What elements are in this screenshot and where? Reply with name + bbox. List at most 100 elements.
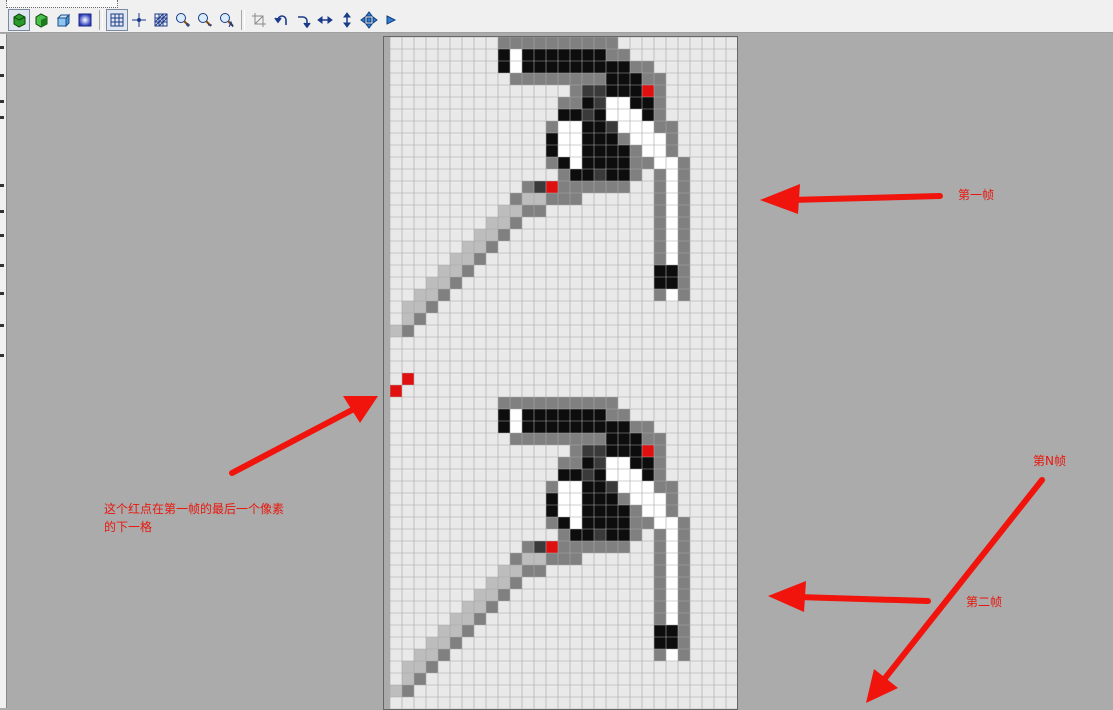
sprite-pixel (558, 121, 570, 133)
sprite-pixel (462, 265, 474, 277)
sprite-pixel (654, 553, 666, 565)
sprite-pixel (558, 457, 570, 469)
sprite-pixel (414, 301, 426, 313)
sprite-pixel (654, 253, 666, 265)
sprite-pixel (474, 253, 486, 265)
move-all-icon[interactable] (358, 9, 380, 31)
sprite-pixel (594, 109, 606, 121)
sprite-pixel (474, 601, 486, 613)
zoom-in-icon[interactable] (172, 9, 194, 31)
sprite-pixel (666, 145, 678, 157)
sprite-pixel (642, 457, 654, 469)
sprite-pixel (666, 193, 678, 205)
sprite-pixel (582, 409, 594, 421)
sprite-pixel (582, 541, 594, 553)
sprite-pixel (558, 133, 570, 145)
sprite-pixel (594, 517, 606, 529)
sprite-pixel (546, 397, 558, 409)
sprite-pixel (678, 217, 690, 229)
sprite-pixel (582, 469, 594, 481)
sprite-pixel (582, 181, 594, 193)
sprite-pixel (582, 85, 594, 97)
sprite-pixel (666, 529, 678, 541)
sprite-pixel (630, 169, 642, 181)
pixel-editor[interactable] (383, 36, 738, 710)
green-cube-icon[interactable] (8, 9, 30, 31)
sprite-pixel (666, 613, 678, 625)
blue-cube-icon[interactable] (52, 9, 74, 31)
sprite-pixel (618, 493, 630, 505)
document-tab[interactable] (6, 0, 118, 8)
sprite-pixel (606, 49, 618, 61)
zoom-out-icon[interactable] (194, 9, 216, 31)
sprite-pixel (606, 433, 618, 445)
sprite-pixel (390, 685, 402, 697)
move-right-icon[interactable] (380, 9, 402, 31)
flip-vertical-icon[interactable] (336, 9, 358, 31)
sprite-pixel (630, 61, 642, 73)
sprite-pixel (510, 397, 522, 409)
sprite-pixel (654, 481, 666, 493)
sprite-pixel (654, 205, 666, 217)
sprite-pixel (558, 157, 570, 169)
sprite-pixel (450, 277, 462, 289)
crosshair-icon[interactable] (128, 9, 150, 31)
sprite-pixel (606, 181, 618, 193)
sprite-pixel (678, 169, 690, 181)
sprite-pixel (558, 181, 570, 193)
sprite-pixel (558, 97, 570, 109)
rotate-left-icon[interactable] (270, 9, 292, 31)
sprite-pixel (462, 253, 474, 265)
sprite-pixel (618, 541, 630, 553)
sprite-pixel (582, 457, 594, 469)
sprite-pixel (510, 565, 522, 577)
flip-horizontal-icon[interactable] (314, 9, 336, 31)
zoom-text-icon[interactable] (216, 9, 238, 31)
gradient-box-icon[interactable] (74, 9, 96, 31)
sprite-pixel (666, 277, 678, 289)
sprite-pixel (678, 253, 690, 265)
sprite-pixel (630, 517, 642, 529)
sprite-pixel (426, 649, 438, 661)
sprite-pixel (606, 121, 618, 133)
sprite-pixel (642, 433, 654, 445)
sprite-pixel (522, 193, 534, 205)
sprite-pixel (570, 421, 582, 433)
sprite-pixel (666, 505, 678, 517)
sprite-pixel (666, 265, 678, 277)
sprite-pixel (594, 85, 606, 97)
sprite-pixel (582, 517, 594, 529)
sprite-pixel (570, 109, 582, 121)
sprite-pixel (534, 397, 546, 409)
sprite-pixel (654, 193, 666, 205)
sprite-pixel (654, 457, 666, 469)
sprite-pixel (630, 121, 642, 133)
sprite-pixel-grid[interactable] (390, 37, 738, 710)
sprite-pixel (462, 625, 474, 637)
sprite-pixel (606, 481, 618, 493)
sprite-pixel (666, 517, 678, 529)
hatch-grid-icon[interactable] (150, 9, 172, 31)
sprite-pixel (414, 661, 426, 673)
sprite-pixel (474, 241, 486, 253)
sprite-pixel (642, 133, 654, 145)
sprite-pixel (630, 529, 642, 541)
sprite-pixel (570, 409, 582, 421)
sprite-pixel (486, 241, 498, 253)
sprite-pixel (678, 637, 690, 649)
sprite-pixel (522, 181, 534, 193)
rotate-right-icon[interactable] (292, 9, 314, 31)
sprite-pixel (630, 505, 642, 517)
grid-icon[interactable] (106, 9, 128, 31)
sprite-pixel (570, 85, 582, 97)
sprite-pixel (534, 565, 546, 577)
crop-icon[interactable] (248, 9, 270, 31)
sprite-pixel (630, 145, 642, 157)
sprite-pixel (666, 133, 678, 145)
sprite-pixel (570, 169, 582, 181)
green-cube-shaded-icon[interactable] (30, 9, 52, 31)
red-marker-pixel (390, 385, 402, 397)
left-tool-panel[interactable] (0, 34, 7, 708)
sprite-pixel (546, 37, 558, 49)
sprite-pixel (546, 193, 558, 205)
